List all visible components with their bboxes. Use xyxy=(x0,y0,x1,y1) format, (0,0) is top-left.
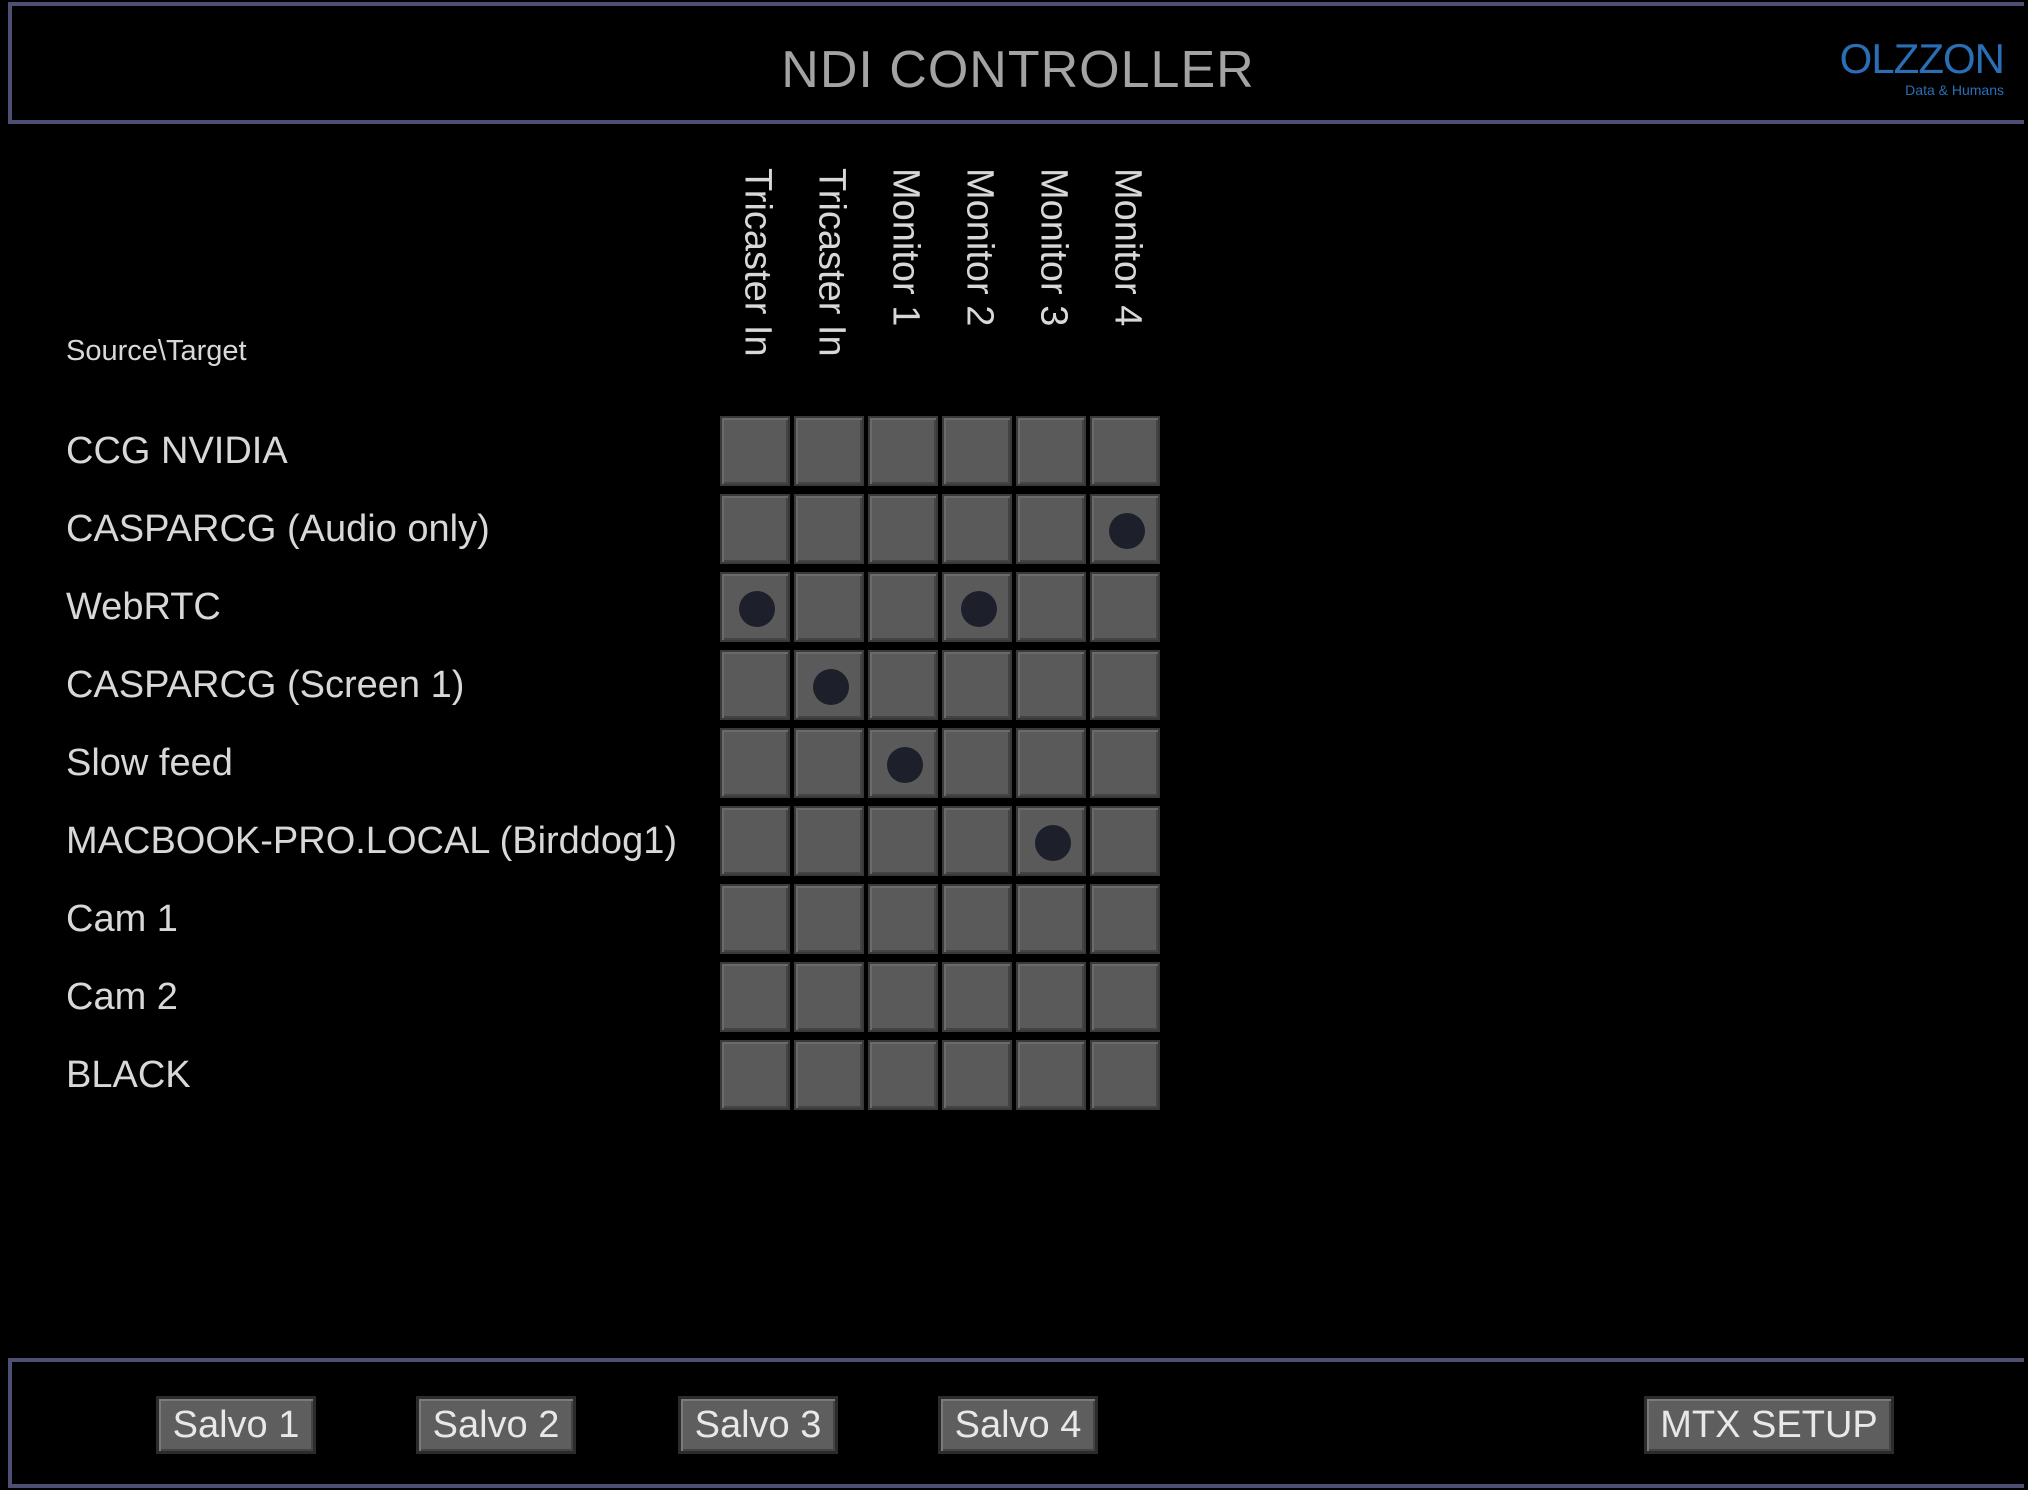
crosspoint-cell[interactable] xyxy=(868,1040,938,1110)
crosspoint-cell[interactable] xyxy=(720,806,790,876)
target-label: Monitor 3 xyxy=(1032,168,1075,327)
crosspoint-cell[interactable] xyxy=(720,572,790,642)
crosspoint-cell[interactable] xyxy=(1016,572,1086,642)
crosspoint-cell[interactable] xyxy=(942,416,1012,486)
crosspoint-cell[interactable] xyxy=(1016,962,1086,1032)
olzzon-logo: OLZZON Data & Humans xyxy=(1839,35,2005,99)
crosspoint-cell[interactable] xyxy=(1016,1040,1086,1110)
source-label: CCG NVIDIA xyxy=(66,430,288,472)
crosspoint-cell[interactable] xyxy=(1090,650,1160,720)
target-label: Monitor 1 xyxy=(884,168,927,327)
salvo-3-button[interactable]: Salvo 3 xyxy=(678,1396,838,1454)
crosspoint-cell[interactable] xyxy=(794,728,864,798)
target-label: Monitor 2 xyxy=(958,168,1001,327)
target-label: Tricaster In xyxy=(736,168,779,357)
crosspoint-cell[interactable] xyxy=(942,572,1012,642)
source-target-label: Source\Target xyxy=(66,335,247,367)
source-label: CASPARCG (Screen 1) xyxy=(66,664,465,706)
crosspoint-cell[interactable] xyxy=(1090,806,1160,876)
active-route-indicator xyxy=(1035,825,1071,861)
crosspoint-cell[interactable] xyxy=(1090,572,1160,642)
logo-tagline: Data & Humans xyxy=(1905,82,2004,98)
crosspoint-cell[interactable] xyxy=(1090,728,1160,798)
crosspoint-cell[interactable] xyxy=(868,494,938,564)
crosspoint-cell[interactable] xyxy=(1016,884,1086,954)
crosspoint-cell[interactable] xyxy=(1016,650,1086,720)
crosspoint-cell[interactable] xyxy=(942,494,1012,564)
crosspoint-cell[interactable] xyxy=(868,728,938,798)
footer-bar: Salvo 1 Salvo 2 Salvo 3 Salvo 4 MTX SETU… xyxy=(8,1358,2024,1488)
source-label: MACBOOK-PRO.LOCAL (Birddog1) xyxy=(66,820,677,862)
crosspoint-cell[interactable] xyxy=(1016,494,1086,564)
crosspoint-cell[interactable] xyxy=(794,494,864,564)
mtx-setup-button[interactable]: MTX SETUP xyxy=(1644,1396,1894,1454)
crosspoint-cell[interactable] xyxy=(942,962,1012,1032)
crosspoint-cell[interactable] xyxy=(794,884,864,954)
crosspoint-cell[interactable] xyxy=(794,416,864,486)
source-label: WebRTC xyxy=(66,586,221,628)
crosspoint-cell[interactable] xyxy=(720,416,790,486)
crosspoint-cell[interactable] xyxy=(942,884,1012,954)
crosspoint-cell[interactable] xyxy=(794,572,864,642)
target-label: Monitor 4 xyxy=(1106,168,1149,327)
crosspoint-cell[interactable] xyxy=(1090,1040,1160,1110)
crosspoint-cell[interactable] xyxy=(794,806,864,876)
source-label: Cam 1 xyxy=(66,898,178,940)
crosspoint-cell[interactable] xyxy=(868,650,938,720)
crosspoint-cell[interactable] xyxy=(720,962,790,1032)
crosspoint-cell[interactable] xyxy=(942,650,1012,720)
crosspoint-cell[interactable] xyxy=(1090,416,1160,486)
header-bar: NDI CONTROLLER OLZZON Data & Humans xyxy=(8,2,2024,124)
active-route-indicator xyxy=(739,591,775,627)
crosspoint-cell[interactable] xyxy=(794,650,864,720)
crosspoint-cell[interactable] xyxy=(868,416,938,486)
crosspoint-cell[interactable] xyxy=(1090,962,1160,1032)
crosspoint-cell[interactable] xyxy=(720,650,790,720)
crosspoint-cell[interactable] xyxy=(1016,728,1086,798)
crosspoint-cell[interactable] xyxy=(868,806,938,876)
crosspoint-cell[interactable] xyxy=(942,728,1012,798)
source-label: Cam 2 xyxy=(66,976,178,1018)
logo-name: OLZZON xyxy=(1839,35,2005,82)
crosspoint-cell[interactable] xyxy=(720,1040,790,1110)
crosspoint-cell[interactable] xyxy=(1016,806,1086,876)
target-label: Tricaster In xyxy=(810,168,853,357)
source-label: Slow feed xyxy=(66,742,233,784)
crosspoint-cell[interactable] xyxy=(1090,494,1160,564)
salvo-4-button[interactable]: Salvo 4 xyxy=(938,1396,1098,1454)
active-route-indicator xyxy=(887,747,923,783)
crosspoint-cell[interactable] xyxy=(794,1040,864,1110)
crosspoint-cell[interactable] xyxy=(720,884,790,954)
crosspoint-cell[interactable] xyxy=(868,884,938,954)
crosspoint-cell[interactable] xyxy=(868,962,938,1032)
crosspoint-cell[interactable] xyxy=(942,1040,1012,1110)
crosspoint-cell[interactable] xyxy=(1016,416,1086,486)
app-title: NDI CONTROLLER xyxy=(781,41,1255,99)
crosspoint-cell[interactable] xyxy=(720,494,790,564)
crosspoint-cell[interactable] xyxy=(942,806,1012,876)
source-label: CASPARCG (Audio only) xyxy=(66,508,490,550)
crosspoint-cell[interactable] xyxy=(1090,884,1160,954)
crosspoint-cell[interactable] xyxy=(868,572,938,642)
crosspoint-cell[interactable] xyxy=(720,728,790,798)
crosspoint-cell[interactable] xyxy=(794,962,864,1032)
active-route-indicator xyxy=(961,591,997,627)
salvo-1-button[interactable]: Salvo 1 xyxy=(156,1396,316,1454)
source-label: BLACK xyxy=(66,1054,191,1096)
active-route-indicator xyxy=(1109,513,1145,549)
active-route-indicator xyxy=(813,669,849,705)
salvo-2-button[interactable]: Salvo 2 xyxy=(416,1396,576,1454)
